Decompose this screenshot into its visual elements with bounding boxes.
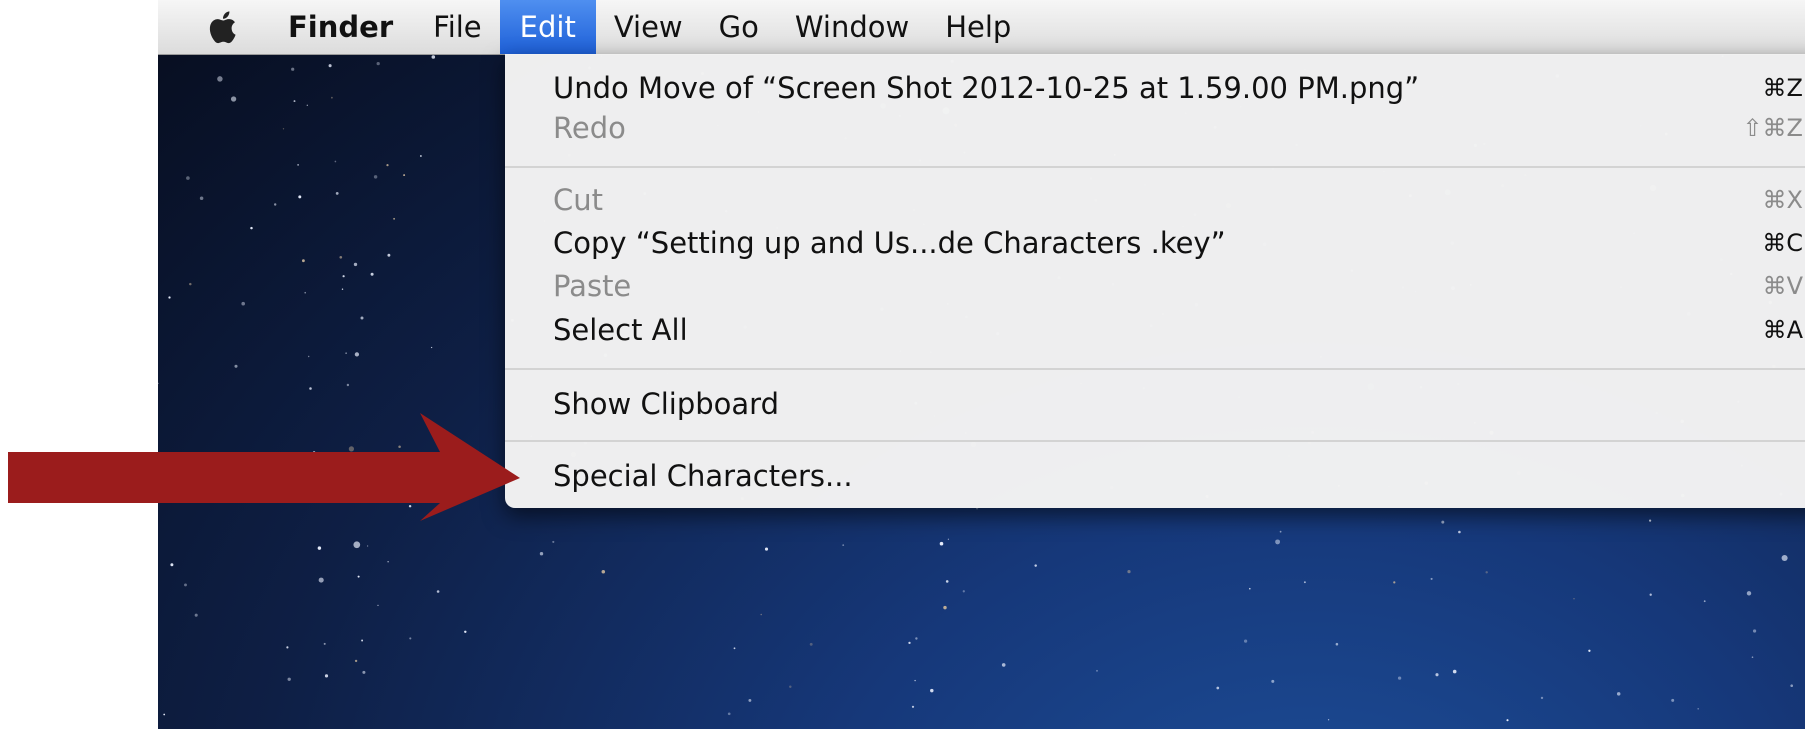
star	[1616, 692, 1621, 696]
star	[1327, 719, 1330, 721]
star	[1397, 676, 1402, 680]
annotation-arrow-icon	[8, 413, 520, 521]
star	[1540, 696, 1544, 700]
menu-item-shortcut: ⌘C	[1762, 229, 1803, 257]
annotation-arrow-shape	[8, 413, 520, 521]
edit-menu-dropdown: Undo Move of “Screen Shot 2012-10-25 at …	[505, 54, 1805, 508]
star	[1649, 519, 1652, 522]
star	[1573, 598, 1575, 600]
star	[1430, 577, 1433, 580]
star	[1671, 698, 1675, 702]
menu-item-redo[interactable]: Redo ⇧⌘Z	[553, 108, 1805, 148]
star	[1649, 593, 1652, 596]
star	[1127, 570, 1131, 574]
menu-item-label: Cut	[553, 183, 603, 217]
star	[1697, 707, 1700, 710]
menu-window[interactable]: Window	[777, 0, 927, 54]
menu-item-shortcut: ⇧⌘Z	[1742, 114, 1803, 142]
star	[1435, 673, 1439, 677]
star	[1588, 649, 1591, 652]
star	[1271, 679, 1275, 683]
star	[947, 538, 950, 540]
star	[760, 613, 762, 616]
star	[915, 637, 918, 640]
star	[1790, 684, 1794, 688]
star	[1506, 719, 1509, 722]
star	[733, 647, 736, 650]
star	[1485, 571, 1488, 574]
star	[1751, 656, 1754, 659]
menu-item-shortcut: ⌘Z	[1762, 74, 1803, 102]
star	[1249, 587, 1251, 590]
star	[842, 544, 845, 546]
star	[1781, 554, 1788, 562]
star	[1753, 629, 1757, 633]
star	[1452, 669, 1457, 674]
menu-item-special-characters[interactable]: Special Characters...	[553, 456, 1805, 496]
menu-separator	[505, 440, 1805, 442]
star	[911, 705, 915, 708]
star	[1275, 539, 1281, 545]
menu-item-undo[interactable]: Undo Move of “Screen Shot 2012-10-25 at …	[553, 68, 1805, 108]
menu-item-shortcut: ⌘V	[1762, 272, 1803, 300]
menu-item-select-all[interactable]: Select All ⌘A	[553, 310, 1805, 350]
star	[945, 580, 949, 583]
star	[908, 641, 911, 645]
menu-item-label: Show Clipboard	[553, 387, 779, 421]
menu-item-shortcut: ⌘X	[1762, 186, 1803, 214]
star	[1458, 530, 1461, 534]
star	[1441, 520, 1445, 524]
star	[962, 590, 965, 593]
star	[1335, 642, 1339, 646]
star	[1393, 581, 1396, 584]
menu-item-shortcut: ⌘A	[1762, 316, 1803, 344]
star	[1279, 530, 1282, 533]
star	[789, 685, 792, 688]
star	[1096, 669, 1098, 672]
star	[748, 698, 752, 702]
menu-go[interactable]: Go	[701, 0, 777, 54]
menu-item-show-clipboard[interactable]: Show Clipboard	[553, 384, 1805, 424]
star	[601, 569, 606, 574]
menu-item-cut[interactable]: Cut ⌘X	[553, 180, 1805, 220]
star	[764, 547, 769, 551]
menu-separator	[505, 368, 1805, 370]
star	[1216, 686, 1220, 690]
menu-item-paste[interactable]: Paste ⌘V	[553, 266, 1805, 306]
menu-item-copy[interactable]: Copy “Setting up and Us...de Characters …	[553, 223, 1805, 263]
star	[943, 605, 947, 610]
menu-view[interactable]: View	[596, 0, 701, 54]
stage: Finder File Edit View Go Window Help Und…	[0, 0, 1805, 729]
menu-item-label: Select All	[553, 313, 688, 347]
menu-item-label: Redo	[553, 111, 626, 145]
star	[930, 688, 934, 693]
star	[914, 679, 916, 682]
star	[1001, 663, 1006, 667]
star	[809, 642, 813, 646]
menu-help[interactable]: Help	[927, 0, 1029, 54]
menu-separator	[505, 166, 1805, 168]
star	[727, 712, 731, 716]
menu-item-label: Paste	[553, 269, 632, 303]
star	[939, 541, 944, 546]
menu-item-label: Special Characters...	[553, 459, 853, 493]
star	[1746, 591, 1752, 596]
menu-item-label: Undo Move of “Screen Shot 2012-10-25 at …	[553, 71, 1420, 105]
menu-item-label: Copy “Setting up and Us...de Characters …	[553, 226, 1226, 260]
star	[1244, 639, 1248, 643]
star	[1303, 581, 1306, 584]
star	[1034, 564, 1037, 567]
star	[1703, 600, 1706, 603]
